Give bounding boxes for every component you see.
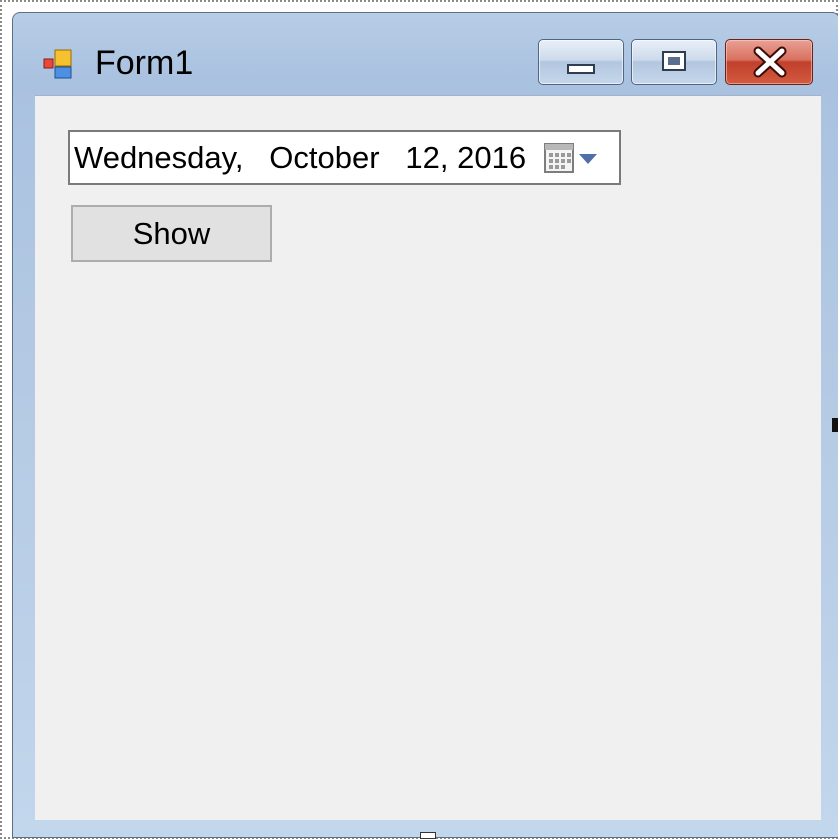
close-button[interactable] (725, 39, 813, 85)
title-bar[interactable]: Form1 (13, 13, 838, 95)
calendar-dropdown-icon[interactable] (543, 141, 607, 177)
window-title: Form1 (95, 44, 194, 82)
resize-handle-bottom[interactable] (420, 832, 436, 839)
form-window: Form1 Wednesday, October 12, 2016 Show (12, 12, 838, 838)
app-icon (43, 48, 77, 80)
show-button[interactable]: Show (71, 205, 272, 262)
date-picker[interactable]: Wednesday, October 12, 2016 (68, 130, 621, 185)
date-picker-value[interactable]: Wednesday, October 12, 2016 (74, 138, 526, 178)
minimize-button[interactable] (538, 39, 624, 85)
maximize-button[interactable] (631, 39, 717, 85)
resize-handle-right[interactable] (832, 418, 838, 432)
form-client-area: Wednesday, October 12, 2016 Show (35, 95, 821, 820)
